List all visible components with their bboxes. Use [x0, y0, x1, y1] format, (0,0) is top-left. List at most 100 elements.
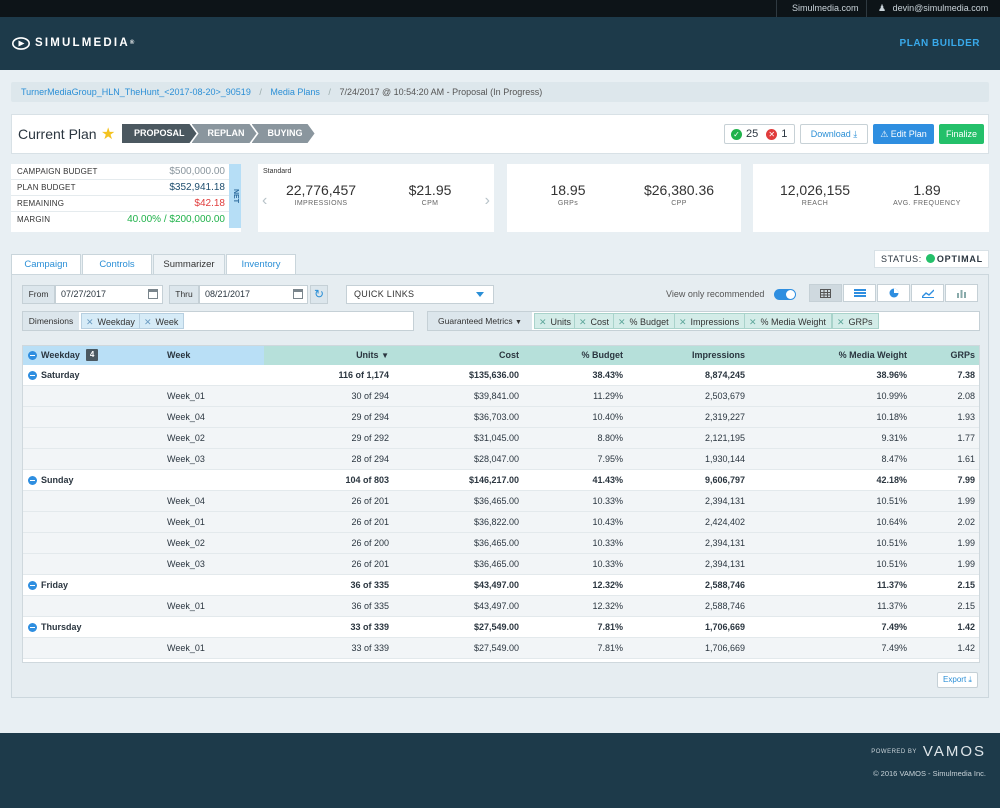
download-button[interactable]: Download ⤓ [800, 124, 868, 144]
validation-counts[interactable]: ✓ 25 ✕ 1 [724, 124, 795, 144]
col-impressions[interactable]: Impressions [643, 346, 745, 365]
cell-media-weight: 7.49% [881, 643, 907, 653]
remove-icon[interactable]: ✕ [539, 317, 547, 327]
cell-impressions: 2,588,746 [704, 580, 745, 590]
edit-plan-button[interactable]: ⚠ Edit Plan [873, 124, 934, 144]
dimension-chip-weekday[interactable]: ✕ Weekday [81, 313, 141, 329]
col-cost[interactable]: Cost [423, 346, 519, 365]
col-units[interactable]: Units ▼ [313, 346, 389, 365]
cell-week: Week_03 [167, 559, 205, 569]
collapse-icon[interactable] [28, 476, 37, 485]
tab-controls[interactable]: Controls [82, 254, 152, 275]
metric-chip-units[interactable]: ✕ Units [534, 313, 578, 329]
cell-media-weight: 42.18% [876, 475, 907, 485]
col-grps[interactable]: GRPs [923, 346, 975, 365]
from-date-input[interactable]: 07/27/2017 [55, 285, 163, 304]
pivot-view-button[interactable] [843, 284, 876, 302]
thru-date-input[interactable]: 08/21/2017 [199, 285, 308, 304]
view-only-recommended-toggle[interactable] [774, 289, 796, 300]
metric-chip-grps[interactable]: ✕ GRPs [832, 313, 879, 329]
export-button[interactable]: Export ⤓ [937, 672, 978, 688]
cell-units: 33 of 339 [350, 622, 389, 632]
plan-builder-link[interactable]: PLAN BUILDER [900, 38, 980, 49]
table-view-button[interactable] [809, 284, 842, 302]
bar-view-button[interactable] [945, 284, 978, 302]
breadcrumb-media-plans-link[interactable]: Media Plans [270, 87, 320, 97]
table-grid-icon [820, 288, 831, 298]
tab-inventory[interactable]: Inventory [226, 254, 296, 275]
cell-week: Week_01 [167, 643, 205, 653]
collapse-icon[interactable] [28, 581, 37, 590]
table-row[interactable]: Week_01 26 of 201 $36,822.00 10.43% 2,424,40… [23, 512, 979, 533]
remove-icon[interactable]: ✕ [618, 317, 626, 327]
user-menu[interactable]: ♟ devin@simulmedia.com [878, 0, 988, 17]
cell-week: Week_01 [167, 601, 205, 611]
cell-media-weight: 10.51% [876, 496, 907, 506]
remove-icon[interactable]: ✕ [837, 317, 845, 327]
breadcrumb: TurnerMediaGroup_HLN_TheHunt_<2017-08-20… [11, 82, 989, 102]
collapse-icon[interactable] [28, 623, 37, 632]
table-row[interactable]: Week_03 28 of 294 $28,047.00 7.95% 1,930,144… [23, 449, 979, 470]
table-row[interactable]: Week_04 26 of 201 $36,465.00 10.33% 2,394,13… [23, 491, 979, 512]
cell-impressions: 2,121,195 [704, 433, 745, 443]
table-group-row[interactable]: Friday 36 of 335 $43,497.00 12.32% 2,588,746… [23, 575, 979, 596]
step-buying[interactable]: BUYING [252, 124, 315, 143]
net-indicator[interactable]: NET [229, 164, 241, 228]
col-media-weight[interactable]: % Media Weight [793, 346, 907, 365]
finalize-button[interactable]: Finalize [939, 124, 984, 144]
table-row[interactable]: Week_03 26 of 201 $36,465.00 10.33% 2,394,13… [23, 554, 979, 575]
collapse-icon[interactable] [28, 371, 37, 380]
metric-chip-impressions[interactable]: ✕ Impressions [674, 313, 746, 329]
table-row[interactable]: Week_02 29 of 292 $31,045.00 8.80% 2,121,195… [23, 428, 979, 449]
quick-links-select[interactable]: QUICK LINKS [346, 285, 494, 304]
remove-icon[interactable]: ✕ [749, 317, 757, 327]
refresh-icon[interactable]: ↻ [310, 285, 328, 304]
chevron-left-icon[interactable]: ‹ [262, 192, 267, 210]
collapse-all-icon[interactable] [28, 351, 37, 360]
col-week[interactable]: Week [167, 346, 190, 365]
metric-chip-cost[interactable]: ✕ Cost [574, 313, 616, 329]
line-view-button[interactable] [911, 284, 944, 302]
cell-cost: $31,045.00 [473, 433, 519, 443]
table-group-row[interactable]: Thursday 33 of 339 $27,549.00 7.81% 1,706,66… [23, 617, 979, 638]
calendar-icon[interactable] [148, 289, 158, 299]
tab-summarizer[interactable]: Summarizer [153, 254, 225, 276]
breadcrumb-campaign-link[interactable]: TurnerMediaGroup_HLN_TheHunt_<2017-08-20… [21, 87, 251, 97]
simulmedia-site-link[interactable]: Simulmedia.com [792, 0, 859, 17]
col-weekday[interactable]: Weekday 4 [41, 346, 99, 365]
cell-cost: $146,217.00 [468, 475, 519, 485]
cell-media-weight: 38.96% [876, 370, 907, 380]
step-proposal[interactable]: PROPOSAL [122, 124, 197, 143]
dimension-chip-week[interactable]: ✕ Week [139, 313, 185, 329]
guaranteed-metrics-dropdown[interactable]: Guaranteed Metrics ▼ [428, 312, 532, 330]
table-group-row[interactable]: Saturday 116 of 1,174 $135,636.00 38.43% 8,8… [23, 365, 979, 386]
metric-value: 22,776,457 [285, 182, 357, 198]
metric-chip-budget[interactable]: ✕% Budget [613, 313, 675, 329]
table-row[interactable]: Week_04 29 of 294 $36,703.00 10.40% 2,319,22… [23, 407, 979, 428]
table-row[interactable]: Week_01 30 of 294 $39,841.00 11.29% 2,503,67… [23, 386, 979, 407]
step-replan[interactable]: REPLAN [192, 124, 257, 143]
tab-campaign[interactable]: Campaign [11, 254, 81, 275]
remove-icon[interactable]: ✕ [679, 317, 687, 327]
table-group-row[interactable]: Sunday 104 of 803 $146,217.00 41.43% 9,606,7… [23, 470, 979, 491]
cell-budget: 10.33% [592, 538, 623, 548]
budget-label: MARGIN [17, 215, 51, 224]
cell-media-weight: 10.51% [876, 538, 907, 548]
cell-impressions: 8,874,245 [704, 370, 745, 380]
chevron-right-icon[interactable]: › [485, 192, 490, 210]
calendar-icon[interactable] [293, 289, 303, 299]
cell-cost: $36,465.00 [473, 496, 519, 506]
table-row[interactable]: Week_01 36 of 335 $43,497.00 12.32% 2,588,74… [23, 596, 979, 617]
remove-icon[interactable]: ✕ [86, 317, 94, 327]
star-icon[interactable]: ★ [101, 124, 115, 144]
powered-by-label: POWERED BY [871, 748, 917, 755]
table-row[interactable]: Week_01 33 of 339 $27,549.00 7.81% 1,706,669… [23, 638, 979, 659]
table-row[interactable]: Week_02 26 of 200 $36,465.00 10.33% 2,394,13… [23, 533, 979, 554]
metric-chip-media-weight[interactable]: ✕% Media Weight [744, 313, 832, 329]
simulmedia-logo[interactable]: SIMULMEDIA ® [12, 36, 134, 50]
cell-budget: 12.32% [592, 580, 623, 590]
remove-icon[interactable]: ✕ [144, 317, 152, 327]
col-budget[interactable]: % Budget [543, 346, 624, 365]
remove-icon[interactable]: ✕ [579, 317, 587, 327]
pie-view-button[interactable] [877, 284, 910, 302]
